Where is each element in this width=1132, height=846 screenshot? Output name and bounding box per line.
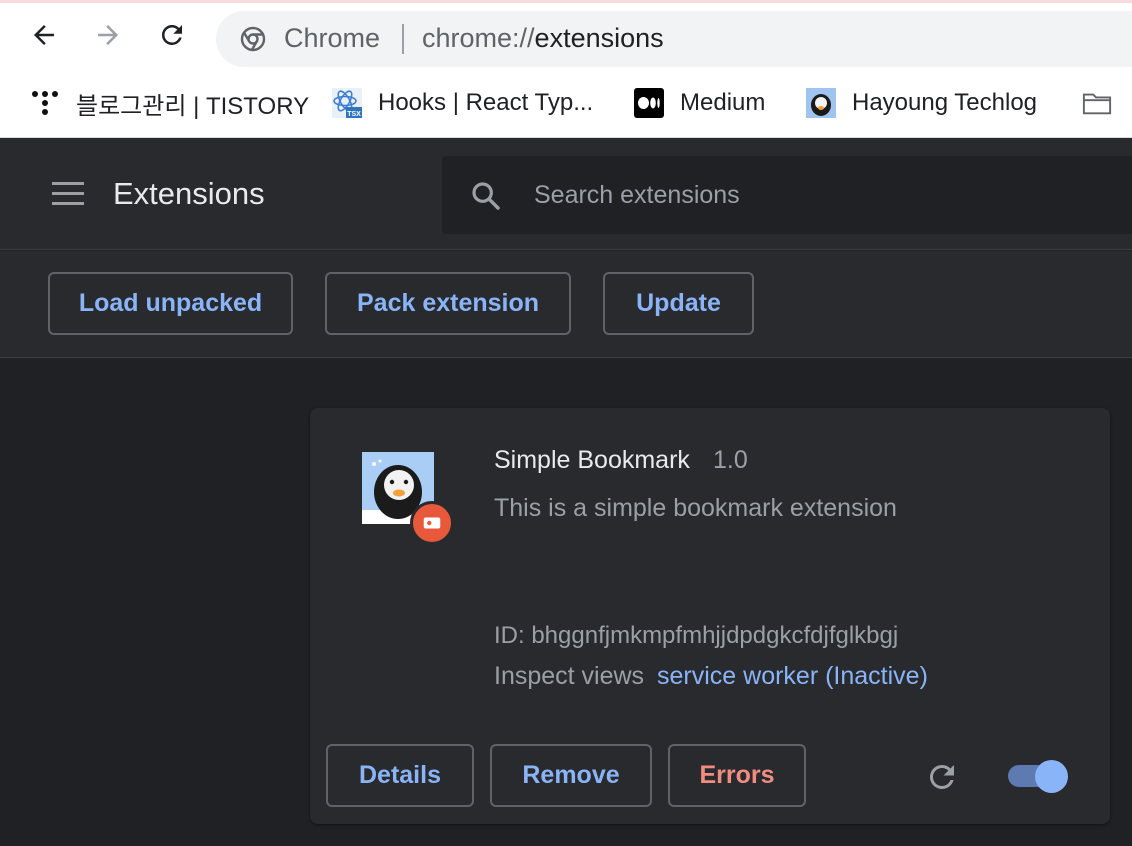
reload-button[interactable]: [154, 17, 190, 53]
arrow-right-icon: [98, 25, 118, 45]
tistory-icon: [32, 91, 58, 115]
service-worker-badge-icon: [410, 501, 454, 545]
errors-button[interactable]: Errors: [668, 744, 806, 807]
search-box[interactable]: [442, 156, 1132, 234]
developer-toolbar: Load unpacked Pack extension Update: [0, 251, 1132, 358]
bookmark-hayoung-techlog[interactable]: Hayoung Techlog: [806, 86, 1037, 120]
svg-text:TSX: TSX: [347, 111, 361, 118]
site-label: Chrome: [284, 23, 381, 53]
address-bar[interactable]: Chrome chrome://extensions: [216, 11, 1132, 67]
extension-id: ID: bhggnfjmkmpfmhjjdpdgkcfdjfglkbgj: [494, 622, 899, 649]
remove-button[interactable]: Remove: [490, 744, 652, 807]
bookmark-folder[interactable]: [1082, 86, 1128, 120]
search-icon: [472, 182, 500, 210]
url-scheme: chrome://: [422, 23, 535, 53]
bookmark-label: 블로그관리 | TISTORY: [76, 92, 310, 120]
extensions-header: Extensions: [0, 138, 1132, 250]
extension-card: Simple Bookmark 1.0 This is a simple boo…: [310, 408, 1110, 824]
medium-icon: [634, 88, 664, 118]
enable-toggle[interactable]: [1006, 758, 1072, 794]
url-path: extensions: [534, 23, 664, 53]
bookmark-label: Medium: [680, 89, 766, 116]
extension-description: This is a simple bookmark extension: [494, 494, 897, 522]
extension-version: 1.0: [713, 446, 748, 474]
reload-extension-icon[interactable]: [924, 759, 960, 795]
load-unpacked-button[interactable]: Load unpacked: [48, 272, 293, 335]
penguin-avatar-icon: [806, 88, 836, 118]
url-text: chrome://extensions: [422, 23, 664, 54]
toggle-knob: [1035, 760, 1068, 793]
search-input[interactable]: [534, 176, 1094, 214]
bookmark-medium[interactable]: Medium: [634, 86, 765, 120]
update-button[interactable]: Update: [603, 272, 754, 335]
page-title: Extensions: [113, 176, 265, 211]
folder-icon: [1082, 93, 1112, 115]
bookmark-tistory[interactable]: 블로그관리 | TISTORY: [30, 86, 309, 120]
inspect-views-label: Inspect views: [494, 662, 645, 690]
details-button[interactable]: Details: [326, 744, 474, 807]
pack-extension-button[interactable]: Pack extension: [325, 272, 571, 335]
react-tsx-icon: TSX: [332, 88, 362, 118]
chrome-icon: [240, 26, 266, 52]
service-worker-link[interactable]: service worker (Inactive): [657, 662, 928, 690]
browser-toolbar: Chrome chrome://extensions: [0, 3, 1132, 70]
bookmark-label: Hooks | React Typ...: [378, 89, 594, 116]
bookmark-react-hooks[interactable]: TSX Hooks | React Typ...: [332, 86, 593, 120]
omnibox-divider: [402, 24, 404, 54]
forward-button[interactable]: [90, 17, 126, 53]
inspect-views: Inspect views service worker (Inactive): [494, 662, 928, 691]
bookmarks-bar: 블로그관리 | TISTORY TSX Hooks | React Typ...…: [0, 70, 1132, 138]
back-button[interactable]: [26, 17, 62, 53]
menu-icon[interactable]: [52, 182, 84, 206]
arrow-left-icon: [34, 25, 54, 45]
reload-icon: [161, 24, 182, 45]
extension-name: Simple Bookmark: [494, 446, 690, 474]
bookmark-label: Hayoung Techlog: [852, 89, 1038, 116]
